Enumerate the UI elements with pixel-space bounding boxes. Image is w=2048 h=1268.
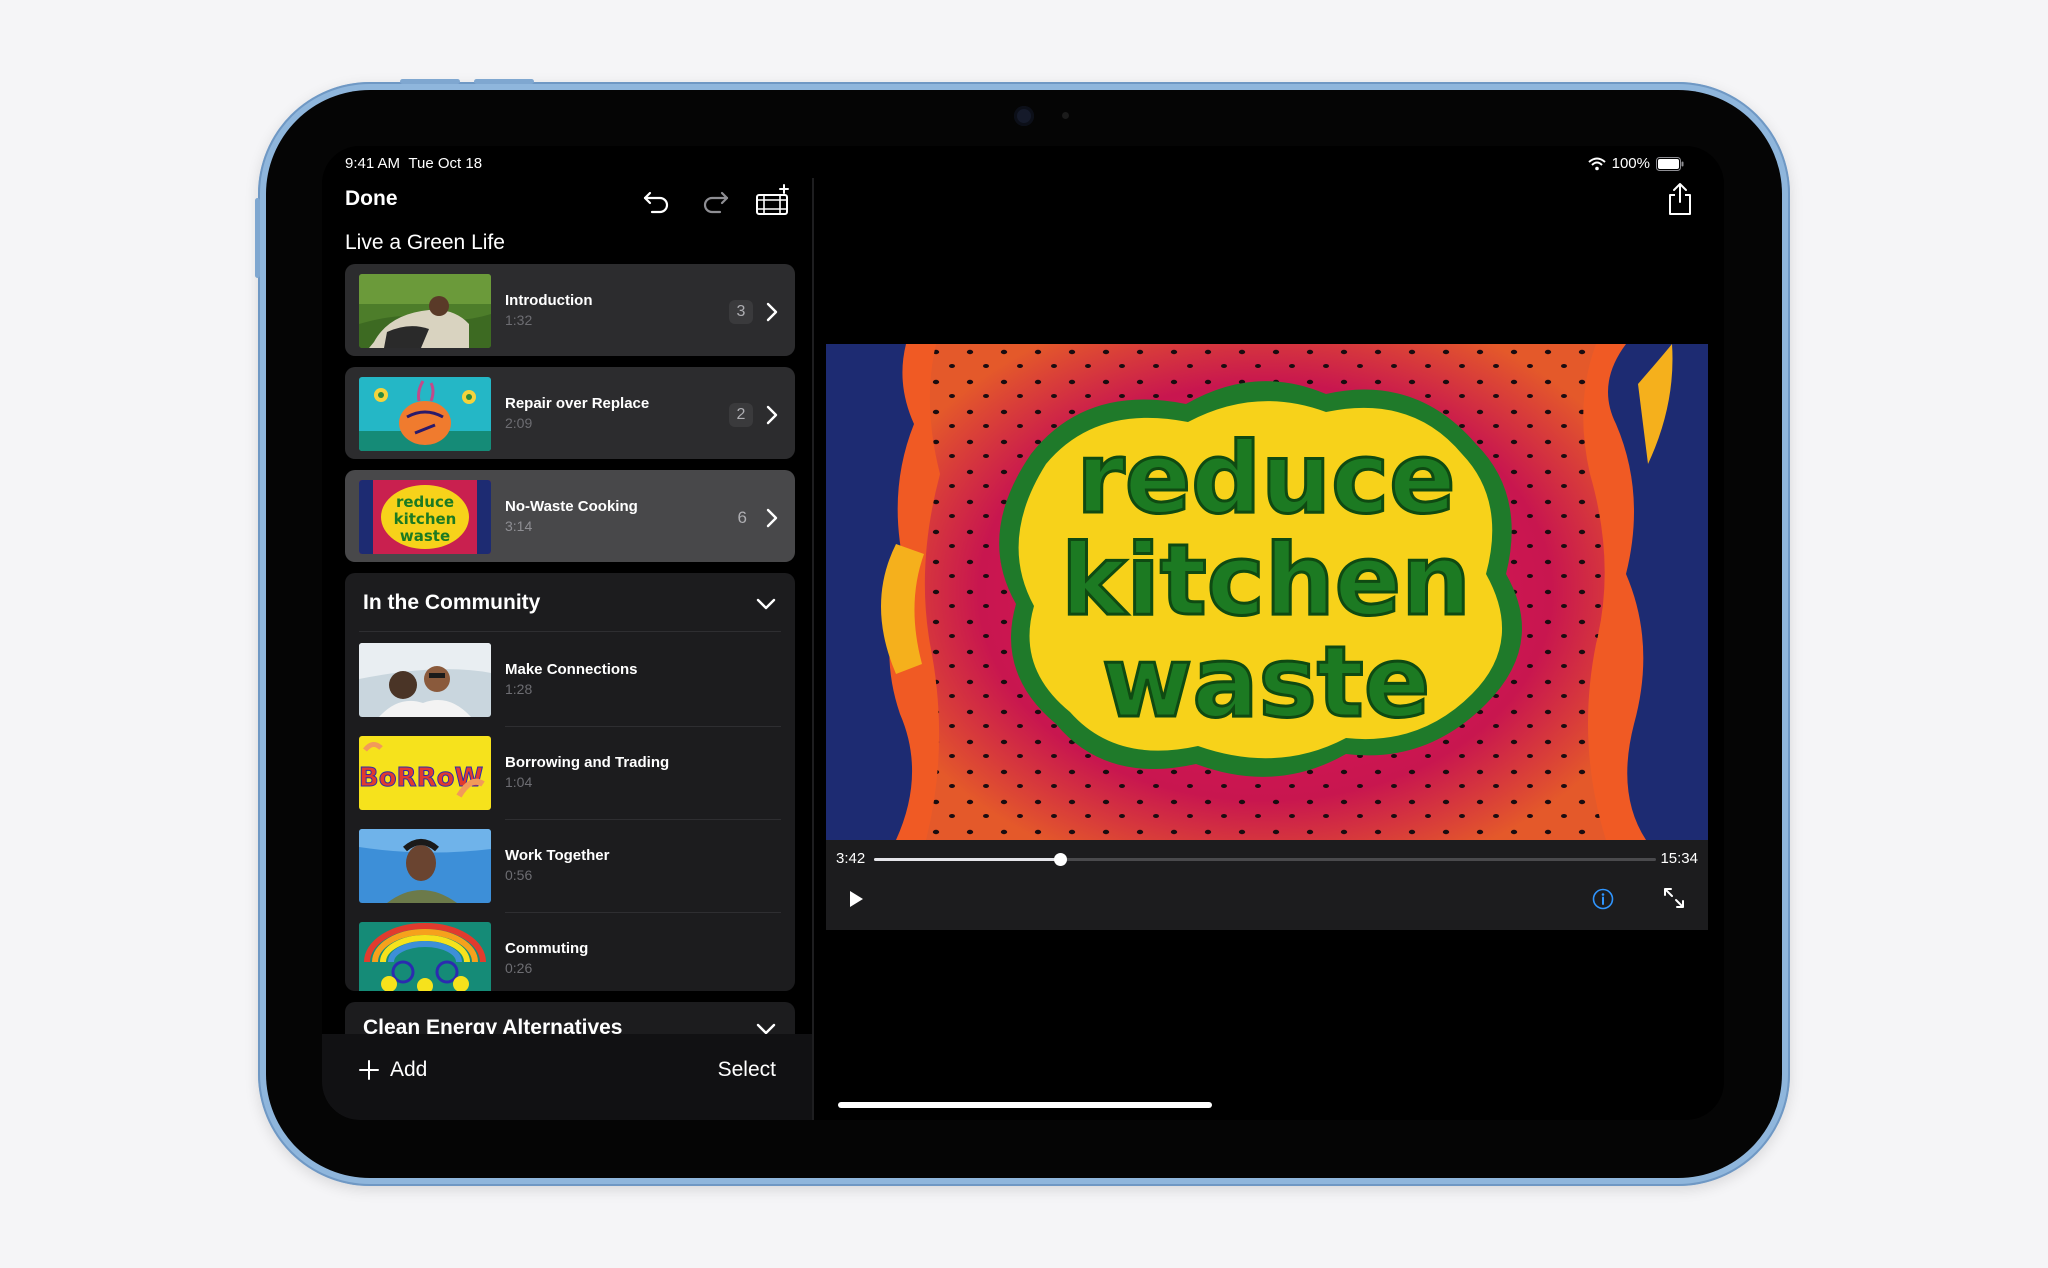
- chapter-duration: 2:09: [505, 415, 533, 431]
- add-button[interactable]: Add: [358, 1058, 427, 1082]
- clip-count: 6: [737, 508, 747, 527]
- status-clock: 9:41 AM Tue Oct 18: [345, 155, 482, 172]
- list-item[interactable]: Introduction 1:32 3: [345, 264, 795, 356]
- front-camera: [1014, 106, 1034, 126]
- fullscreen-icon[interactable]: [1662, 886, 1686, 910]
- clip-title: Borrowing and Trading: [505, 754, 670, 771]
- chapter-title: Repair over Replace: [505, 395, 650, 412]
- chevron-right-icon: [766, 405, 778, 425]
- video-frame: reduce kitchen waste: [826, 344, 1708, 840]
- thumbnail-make-connections: [359, 643, 491, 717]
- screen: 9:41 AM Tue Oct 18 Done Live a Green Lif…: [322, 146, 1724, 1120]
- battery-icon: [1656, 156, 1684, 171]
- chevron-right-icon: [766, 508, 778, 528]
- art-line-3: waste: [1102, 626, 1430, 740]
- chapter-duration: 3:14: [505, 518, 533, 534]
- status-time: 9:41 AM: [345, 155, 401, 172]
- video-preview[interactable]: reduce kitchen waste: [826, 344, 1708, 840]
- clip-title: Commuting: [505, 940, 589, 957]
- undo-icon[interactable]: [640, 184, 674, 218]
- chapter-card[interactable]: Repair over Replace 2:09 2: [345, 367, 795, 459]
- thumbnail-commuting: [359, 922, 491, 991]
- thumbnail-no-waste-cooking: reduce kitchen waste: [359, 480, 491, 554]
- section-title[interactable]: In the Community: [363, 591, 540, 615]
- clip-count-badge: 2: [729, 403, 753, 427]
- thumbnail-work-together: [359, 829, 491, 903]
- chapter-title: Introduction: [505, 292, 593, 309]
- play-icon[interactable]: [848, 890, 864, 908]
- project-title: Live a Green Life: [345, 231, 505, 254]
- current-time: 3:42: [836, 850, 866, 867]
- add-media-icon[interactable]: [754, 184, 792, 218]
- svg-text:waste: waste: [400, 527, 450, 545]
- separator: [359, 631, 781, 632]
- scrubber-handle[interactable]: [1053, 853, 1067, 866]
- done-button[interactable]: Done: [345, 187, 398, 211]
- art-line-2: kitchen: [1061, 524, 1471, 638]
- svg-text:kitchen: kitchen: [394, 510, 457, 528]
- scrubber-track[interactable]: [874, 853, 1656, 866]
- chapter-duration: 1:32: [505, 312, 533, 328]
- playback-controls: 3:42 15:34: [826, 840, 1708, 930]
- top-button: [400, 79, 460, 84]
- total-time: 15:34: [1660, 850, 1698, 867]
- redo-icon[interactable]: [698, 184, 732, 218]
- thumbnail-repair: [359, 377, 491, 451]
- clip-duration: 0:56: [505, 867, 533, 883]
- chapter-card-selected[interactable]: reduce kitchen waste No-Waste Cooking 3:…: [345, 470, 795, 562]
- wifi-icon: [1587, 157, 1606, 170]
- list-item[interactable]: Repair over Replace 2:09 2: [345, 367, 795, 459]
- split-divider[interactable]: [812, 178, 814, 1120]
- clip-duration: 0:26: [505, 960, 533, 976]
- camera-sensor: [1062, 112, 1069, 119]
- scrubber-fill: [874, 858, 1060, 861]
- select-button[interactable]: Select: [718, 1058, 776, 1082]
- info-icon[interactable]: [1592, 888, 1614, 910]
- add-label: Add: [390, 1058, 428, 1081]
- art-line-1: reduce: [1076, 422, 1455, 536]
- plus-icon: [359, 1060, 379, 1080]
- status-date: Tue Oct 18: [408, 155, 483, 172]
- list-item[interactable]: reduce kitchen waste No-Waste Cooking 3:…: [345, 470, 795, 562]
- list-item[interactable]: Commuting 0:26: [345, 912, 795, 991]
- list-item[interactable]: Make Connections 1:28: [345, 633, 795, 725]
- status-indicators: 100%: [1587, 155, 1684, 172]
- chapter-card[interactable]: Introduction 1:32 3: [345, 264, 795, 356]
- chevron-down-icon[interactable]: [755, 597, 777, 611]
- sidebar: 9:41 AM Tue Oct 18 Done Live a Green Lif…: [322, 146, 812, 1120]
- svg-text:reduce: reduce: [396, 493, 454, 511]
- clip-duration: 1:04: [505, 774, 533, 790]
- clip-count-badge: 3: [729, 300, 753, 324]
- list-item[interactable]: Work Together 0:56: [345, 819, 795, 911]
- chevron-right-icon: [766, 302, 778, 322]
- side-button: [255, 198, 260, 278]
- top-button: [474, 79, 534, 84]
- clip-title: Make Connections: [505, 661, 638, 678]
- clip-title: Work Together: [505, 847, 610, 864]
- section-in-the-community: In the Community Make Connections 1:28 B…: [345, 573, 795, 991]
- thumbnail-borrowing: BoRRoW: [359, 736, 491, 810]
- share-icon[interactable]: [1666, 182, 1694, 216]
- list-item[interactable]: BoRRoW Borrowing and Trading 1:04: [345, 726, 795, 818]
- home-indicator[interactable]: [838, 1102, 1212, 1108]
- thumbnail-introduction: [359, 274, 491, 348]
- chapter-title: No-Waste Cooking: [505, 498, 638, 515]
- clip-duration: 1:28: [505, 681, 533, 697]
- battery-percent: 100%: [1611, 155, 1650, 172]
